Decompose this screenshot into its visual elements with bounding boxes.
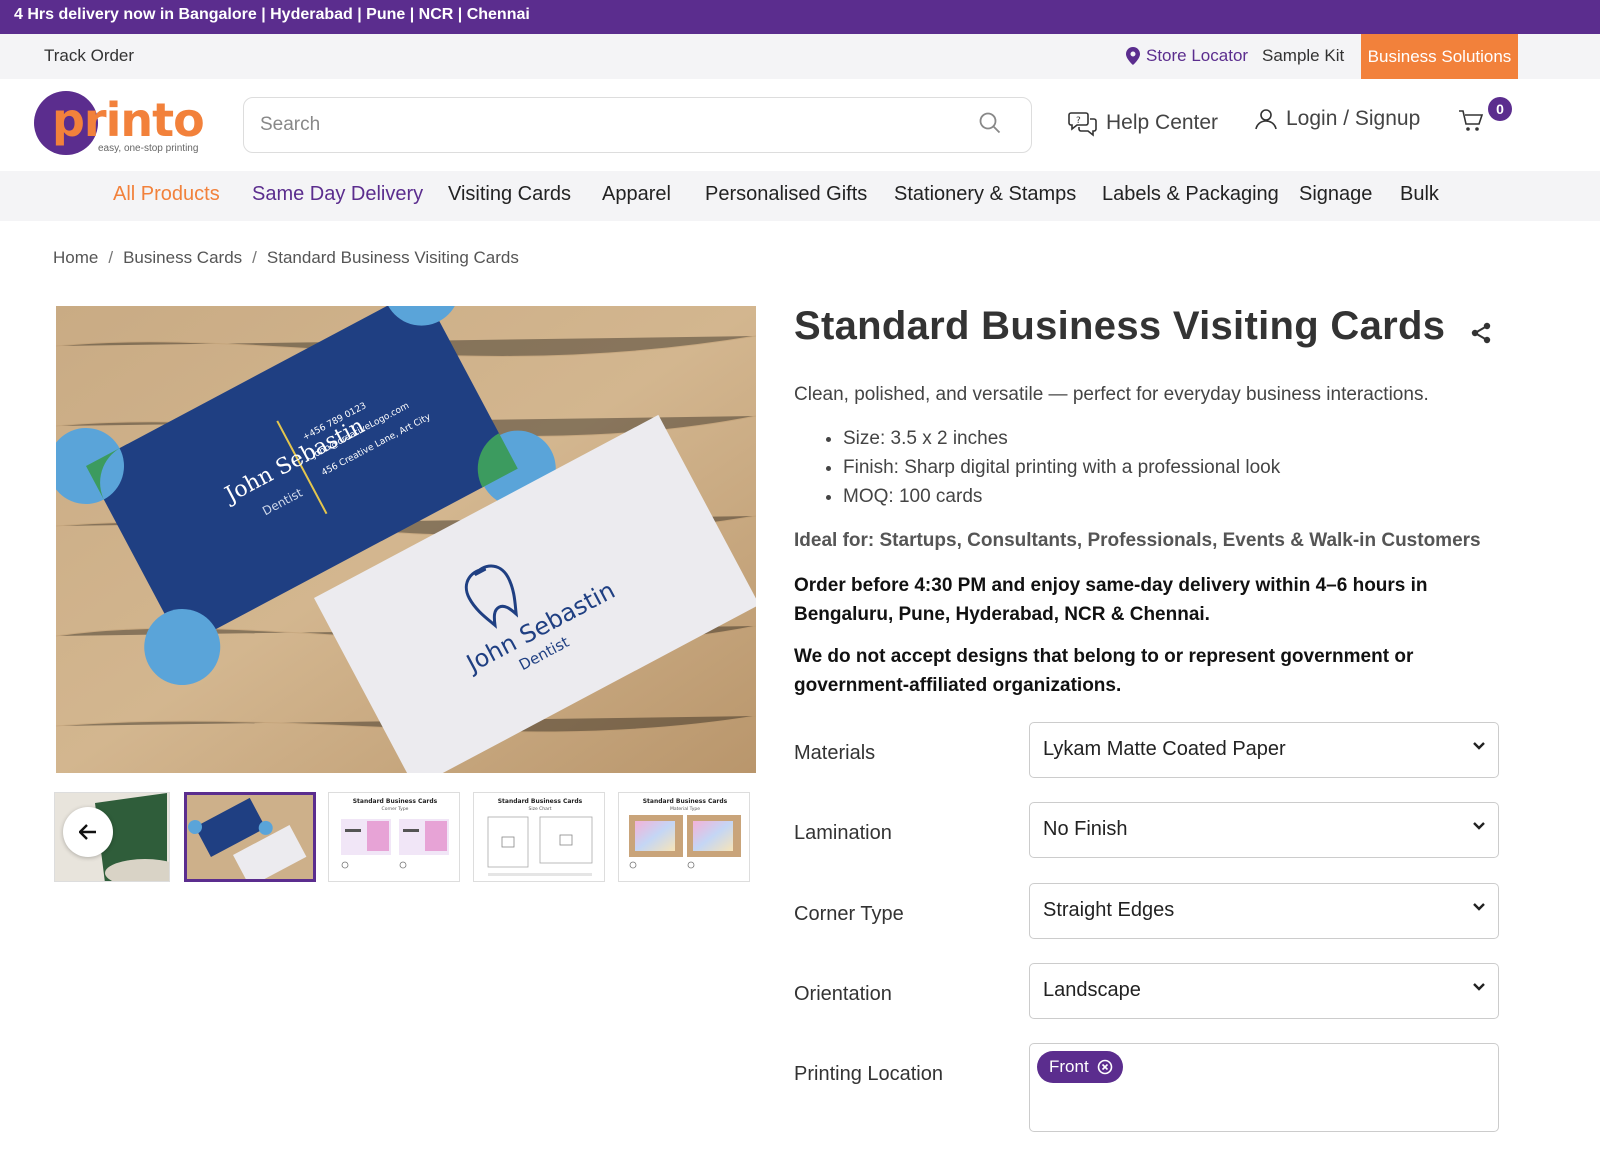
nav-visiting-cards[interactable]: Visiting Cards (448, 183, 571, 206)
sample-kit-link[interactable]: Sample Kit (1262, 46, 1344, 66)
thumb-size-title: Standard Business Cards (498, 798, 583, 805)
share-button[interactable] (1470, 322, 1492, 349)
nav-apparel[interactable]: Apparel (602, 183, 671, 206)
thumbnail-3[interactable]: Standard Business Cards Corner Type (328, 792, 460, 882)
thumbnail-1[interactable] (54, 792, 170, 882)
lamination-label: Lamination (794, 822, 892, 844)
location-pin-icon (1126, 47, 1140, 65)
track-order-link[interactable]: Track Order (44, 46, 134, 66)
cart-count-badge: 0 (1488, 97, 1512, 121)
chevron-down-icon (1473, 822, 1485, 830)
user-icon (1255, 109, 1277, 130)
thumbnail-corner-type-chart: Standard Business Cards Corner Type (329, 793, 459, 881)
chevron-down-icon (1473, 983, 1485, 991)
nav-same-day-delivery[interactable]: Same Day Delivery (252, 183, 423, 206)
logo-tagline: easy, one-stop printing (98, 143, 199, 154)
feature-finish: Finish: Sharp digital printing with a pr… (843, 453, 1280, 482)
main-product-image[interactable]: John Sebastin Dentist +456 789 0123 john… (56, 306, 756, 773)
breadcrumb-separator: / (108, 248, 114, 267)
thumbnail-2-selected[interactable] (184, 792, 316, 882)
feature-moq: MOQ: 100 cards (843, 482, 1280, 511)
nav-stationery-stamps[interactable]: Stationery & Stamps (894, 183, 1076, 206)
search-icon[interactable] (979, 112, 1001, 134)
corner-type-value: Straight Edges (1043, 899, 1175, 921)
nav-personalised-gifts[interactable]: Personalised Gifts (705, 183, 867, 206)
thumbnail-strip: Standard Business Cards Corner Type Stan… (54, 792, 754, 882)
share-icon (1471, 322, 1491, 344)
orientation-value: Landscape (1043, 979, 1141, 1001)
category-nav: All Products Same Day Delivery Visiting … (0, 171, 1600, 221)
breadcrumb-separator: / (252, 248, 257, 267)
thumbnail-business-cards (187, 795, 313, 879)
breadcrumb-business-cards[interactable]: Business Cards (123, 248, 242, 268)
materials-select[interactable]: Lykam Matte Coated Paper (1029, 722, 1499, 778)
lamination-value: No Finish (1043, 818, 1128, 840)
printing-location-chip-front: Front (1037, 1051, 1123, 1083)
feature-size: Size: 3.5 x 2 inches (843, 424, 1280, 453)
breadcrumb-home[interactable]: Home (53, 248, 98, 268)
store-locator-label: Store Locator (1146, 46, 1249, 65)
ideal-for-text: Ideal for: Startups, Consultants, Profes… (794, 530, 1481, 551)
printing-location-multiselect[interactable]: Front (1029, 1043, 1499, 1132)
thumb-corner-sub: Corner Type (382, 806, 409, 812)
thumb-size-sub: Size Chart (528, 806, 551, 812)
login-signup-label: Login / Signup (1286, 107, 1421, 130)
orientation-label: Orientation (794, 983, 892, 1005)
store-locator-link[interactable]: Store Locator (1126, 46, 1248, 66)
thumb-corner-title: Standard Business Cards (353, 798, 438, 805)
lamination-select[interactable]: No Finish (1029, 802, 1499, 858)
chevron-down-icon (1473, 903, 1485, 911)
order-deadline-note: Order before 4:30 PM and enjoy same-day … (794, 575, 1428, 625)
cart-icon (1459, 110, 1484, 131)
thumbnail-4[interactable]: Standard Business Cards Size Chart (473, 792, 605, 882)
corner-type-label: Corner Type (794, 903, 904, 925)
thumb-material-sub: Material Type (670, 806, 700, 812)
cart-button[interactable]: 0 (1458, 97, 1512, 138)
site-header: printo easy, one-stop printing ? Help Ce… (0, 79, 1600, 171)
thumb-material-title: Standard Business Cards (643, 798, 728, 805)
login-signup-link[interactable]: Login / Signup (1254, 107, 1420, 131)
nav-signage[interactable]: Signage (1299, 183, 1372, 206)
search-box (243, 97, 1032, 153)
product-title: Standard Business Visiting Cards (794, 304, 1446, 348)
search-input[interactable] (260, 108, 940, 142)
nav-bulk[interactable]: Bulk (1400, 183, 1439, 206)
announcement-text: 4 Hrs delivery now in Bangalore | Hydera… (14, 6, 530, 23)
product-features: Size: 3.5 x 2 inches Finish: Sharp digit… (843, 424, 1280, 511)
materials-value: Lykam Matte Coated Paper (1043, 738, 1286, 760)
thumbnail-material-type-chart: Standard Business Cards Material Type (619, 793, 749, 881)
announcement-bar: 4 Hrs delivery now in Bangalore | Hydera… (0, 0, 1600, 34)
thumbnail-5[interactable]: Standard Business Cards Material Type (618, 792, 750, 882)
help-center-label: Help Center (1106, 111, 1219, 134)
chip-label: Front (1049, 1057, 1089, 1076)
product-description: Clean, polished, and versatile — perfect… (794, 384, 1429, 405)
previous-image-button[interactable] (63, 807, 113, 857)
chevron-down-icon (1473, 742, 1485, 750)
business-solutions-button[interactable]: Business Solutions (1361, 34, 1518, 79)
help-chat-icon: ? (1068, 112, 1097, 137)
utility-bar: Track Order Store Locator Sample Kit Bus… (0, 34, 1600, 79)
nav-all-products[interactable]: All Products (113, 183, 220, 206)
orientation-select[interactable]: Landscape (1029, 963, 1499, 1019)
design-policy-notice: We do not accept designs that belong to … (794, 646, 1414, 696)
svg-text:?: ? (1076, 116, 1081, 126)
logo-wordmark: printo (52, 93, 205, 147)
remove-chip-icon[interactable] (1097, 1059, 1113, 1075)
printing-location-label: Printing Location (794, 1063, 943, 1085)
product-photo: John Sebastin Dentist +456 789 0123 john… (56, 306, 756, 773)
help-center-link[interactable]: ? Help Center (1068, 109, 1218, 137)
breadcrumb: Home / Business Cards / Standard Busines… (53, 248, 519, 268)
thumbnail-size-chart: Standard Business Cards Size Chart (474, 793, 604, 881)
arrow-left-icon (79, 824, 96, 840)
printo-logo[interactable]: printo easy, one-stop printing (34, 91, 214, 157)
breadcrumb-current: Standard Business Visiting Cards (266, 248, 519, 267)
corner-type-select[interactable]: Straight Edges (1029, 883, 1499, 939)
materials-label: Materials (794, 742, 876, 764)
nav-labels-packaging[interactable]: Labels & Packaging (1102, 183, 1279, 206)
